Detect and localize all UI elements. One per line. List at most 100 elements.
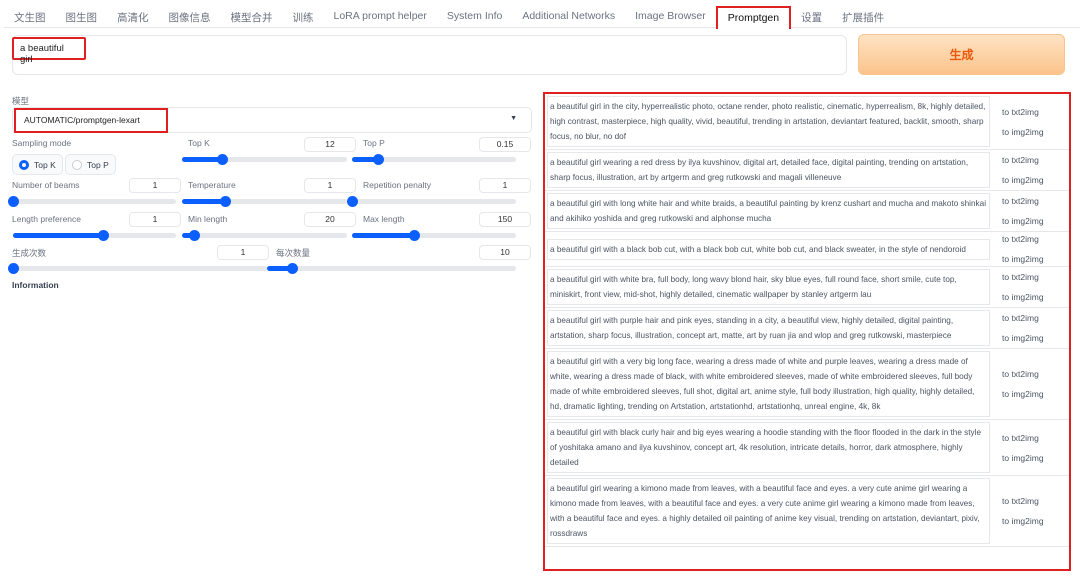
result-row: a beautiful girl with white bra, full bo… [545, 267, 1069, 308]
beams-input[interactable]: 1 [129, 178, 181, 193]
top_p-slider[interactable] [352, 154, 516, 165]
to-txt2img-link[interactable]: to txt2img [1002, 107, 1044, 117]
result-text[interactable]: a beautiful girl with long white hair an… [547, 193, 990, 229]
min_length-input[interactable]: 20 [304, 212, 356, 227]
to-txt2img-link[interactable]: to txt2img [1002, 313, 1044, 323]
results-panel: a beautiful girl in the city, hyperreali… [543, 92, 1071, 571]
tab-2[interactable]: 高清化 [107, 6, 159, 28]
prompt-value[interactable]: a beautiful girl [12, 37, 86, 65]
to-txt2img-link[interactable]: to txt2img [1002, 196, 1044, 206]
to-txt2img-link[interactable]: to txt2img [1002, 234, 1044, 244]
result-text[interactable]: a beautiful girl with white bra, full bo… [547, 269, 990, 305]
batch_count-label: 生成次数 [12, 248, 47, 258]
result-row: a beautiful girl with a very big long fa… [545, 349, 1069, 420]
batch_size-slider[interactable] [267, 263, 516, 274]
length_pref-input[interactable]: 1 [129, 212, 181, 227]
result-row: a beautiful girl with purple hair and pi… [545, 308, 1069, 349]
model-value[interactable]: AUTOMATIC/promptgen-lexart [14, 108, 168, 133]
to-img2img-link[interactable]: to img2img [1002, 216, 1044, 226]
tab-3[interactable]: 图像信息 [159, 6, 221, 28]
to-img2img-link[interactable]: to img2img [1002, 254, 1044, 264]
to-txt2img-link[interactable]: to txt2img [1002, 272, 1044, 282]
to-img2img-link[interactable]: to img2img [1002, 453, 1044, 463]
radio-top-p[interactable]: Top P [65, 154, 116, 175]
max_length-slider-fill [352, 233, 415, 238]
radio-label: Top K [34, 159, 56, 170]
radio-checked-icon [19, 159, 29, 170]
tab-4[interactable]: 模型合并 [221, 6, 283, 28]
temperature-slider-fill [182, 199, 225, 204]
tab-11[interactable]: 设置 [791, 6, 832, 28]
sampling-mode-label: Sampling mode [12, 138, 72, 148]
tab-1[interactable]: 图生图 [56, 6, 108, 28]
result-row: a beautiful girl with long white hair an… [545, 191, 1069, 232]
radio-unchecked-icon [72, 159, 82, 170]
top_p-input[interactable]: 0.15 [479, 137, 531, 152]
tab-0[interactable]: 文生图 [4, 6, 56, 28]
to-img2img-link[interactable]: to img2img [1002, 333, 1044, 343]
temperature-input[interactable]: 1 [304, 178, 356, 193]
length_pref-label: Length preference [12, 214, 81, 224]
top_p-slider-thumb[interactable] [373, 154, 385, 165]
max_length-input[interactable]: 150 [479, 212, 531, 227]
rep_penalty-slider-thumb[interactable] [347, 196, 358, 207]
tab-12[interactable]: 扩展插件 [832, 6, 894, 28]
information-heading: Information [12, 280, 59, 290]
to-txt2img-link[interactable]: to txt2img [1002, 369, 1044, 379]
top_k-slider[interactable] [182, 154, 347, 165]
temperature-slider-thumb[interactable] [219, 196, 231, 207]
result-text[interactable]: a beautiful girl with purple hair and pi… [547, 310, 990, 346]
min_length-label: Min length [188, 214, 228, 224]
result-text[interactable]: a beautiful girl with a black bob cut, w… [547, 238, 990, 260]
generate-button[interactable]: 生成 [858, 34, 1065, 75]
radio-top-k[interactable]: Top K [12, 154, 63, 175]
tab-10[interactable]: Promptgen [715, 6, 792, 29]
batch_size-slider-thumb[interactable] [286, 263, 298, 274]
max_length-slider[interactable] [352, 230, 516, 241]
length_pref-slider[interactable] [13, 230, 176, 241]
radio-label: Top P [87, 159, 109, 170]
top_k-input[interactable]: 12 [304, 137, 356, 152]
top_k-slider-thumb[interactable] [216, 154, 228, 165]
result-text[interactable]: a beautiful girl with black curly hair a… [547, 422, 990, 473]
top_k-slider-fill [182, 157, 222, 162]
beams-label: Number of beams [12, 180, 80, 190]
tab-5[interactable]: 训练 [283, 6, 324, 28]
batch_count-slider[interactable] [8, 263, 267, 274]
temperature-slider[interactable] [182, 196, 347, 207]
temperature-label: Temperature [188, 180, 236, 190]
tab-8[interactable]: Additional Networks [512, 6, 625, 28]
tab-7[interactable]: System Info [437, 6, 512, 28]
chevron-down-icon: ▼ [510, 115, 517, 122]
result-row: a beautiful girl wearing a kimono made f… [545, 476, 1069, 547]
to-img2img-link[interactable]: to img2img [1002, 516, 1044, 526]
tab-9[interactable]: Image Browser [625, 6, 716, 28]
batch_count-slider-thumb[interactable] [8, 263, 19, 274]
to-img2img-link[interactable]: to img2img [1002, 389, 1044, 399]
to-txt2img-link[interactable]: to txt2img [1002, 155, 1044, 165]
result-text[interactable]: a beautiful girl wearing a red dress by … [547, 152, 990, 188]
top_p-label: Top P [363, 138, 385, 148]
length_pref-slider-thumb[interactable] [97, 230, 109, 241]
min_length-slider[interactable] [182, 230, 347, 241]
model-label: 模型 [12, 96, 30, 106]
batch_count-input[interactable]: 1 [217, 245, 269, 260]
beams-slider-thumb[interactable] [8, 196, 19, 207]
batch_size-input[interactable]: 10 [479, 245, 531, 260]
result-row: a beautiful girl in the city, hyperreali… [545, 94, 1069, 150]
prompt-input[interactable] [12, 35, 847, 75]
result-text[interactable]: a beautiful girl with a very big long fa… [547, 351, 990, 417]
rep_penalty-slider[interactable] [347, 196, 516, 207]
beams-slider[interactable] [8, 196, 176, 207]
to-img2img-link[interactable]: to img2img [1002, 292, 1044, 302]
to-txt2img-link[interactable]: to txt2img [1002, 433, 1044, 443]
result-text[interactable]: a beautiful girl in the city, hyperreali… [547, 96, 990, 147]
rep_penalty-input[interactable]: 1 [479, 178, 531, 193]
to-img2img-link[interactable]: to img2img [1002, 175, 1044, 185]
tab-6[interactable]: LoRA prompt helper [324, 6, 437, 28]
to-txt2img-link[interactable]: to txt2img [1002, 496, 1044, 506]
result-text[interactable]: a beautiful girl wearing a kimono made f… [547, 478, 990, 544]
to-img2img-link[interactable]: to img2img [1002, 127, 1044, 137]
min_length-slider-thumb[interactable] [188, 230, 200, 241]
max_length-slider-thumb[interactable] [409, 230, 421, 241]
